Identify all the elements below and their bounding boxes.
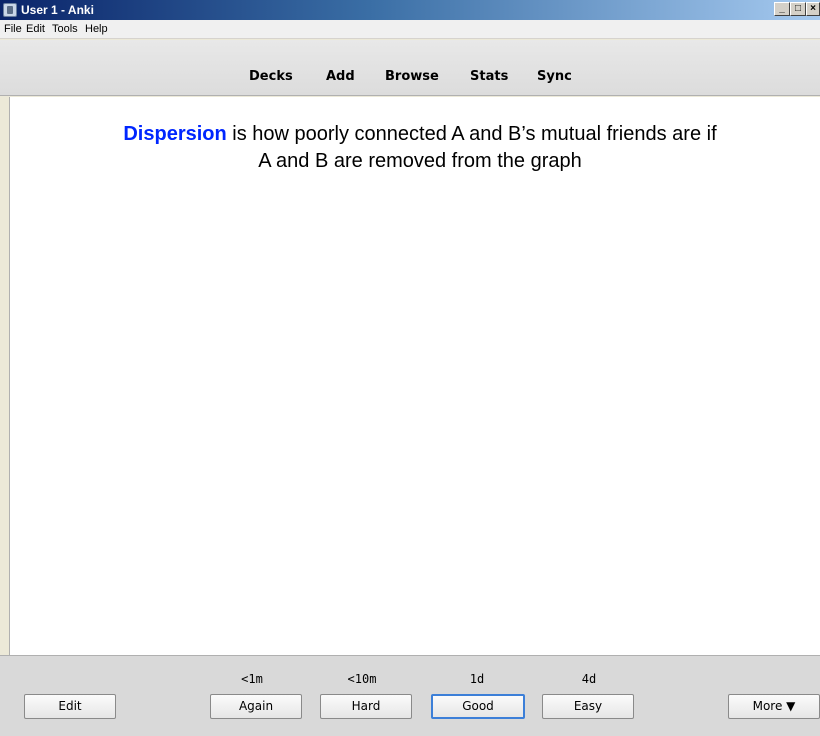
anki-app-icon[interactable] <box>3 3 17 17</box>
window-title: User 1 - Anki <box>21 3 94 17</box>
maximize-button[interactable]: □ <box>790 2 806 16</box>
menu-edit[interactable]: Edit <box>26 23 45 36</box>
title-bar[interactable]: User 1 - Anki _ □ × <box>0 0 820 20</box>
answer-bar: <1m <10m 1d 4d Edit Again Hard Good Easy… <box>0 655 820 736</box>
good-button[interactable]: Good <box>431 694 525 719</box>
menu-file[interactable]: File <box>4 23 22 36</box>
toolbar-decks-link[interactable]: Decks <box>249 69 293 84</box>
close-button[interactable]: × <box>806 2 820 16</box>
main-toolbar: Decks Add Browse Stats Sync <box>0 40 820 96</box>
menu-tools[interactable]: Tools <box>52 23 78 36</box>
again-interval: <1m <box>241 672 263 686</box>
toolbar-add-link[interactable]: Add <box>326 69 355 84</box>
edit-button[interactable]: Edit <box>24 694 116 719</box>
card-text-line2: A and B are removed from the graph <box>258 150 582 172</box>
toolbar-stats-link[interactable]: Stats <box>470 69 508 84</box>
menu-help[interactable]: Help <box>85 23 108 36</box>
toolbar-browse-link[interactable]: Browse <box>385 69 439 84</box>
toolbar-sync-link[interactable]: Sync <box>537 69 572 84</box>
again-button[interactable]: Again <box>210 694 302 719</box>
menu-bar: File Edit Tools Help <box>0 20 820 39</box>
more-button[interactable]: More ▼ <box>728 694 820 719</box>
minimize-button[interactable]: _ <box>774 2 790 16</box>
easy-button[interactable]: Easy <box>542 694 634 719</box>
card-text-line1: is how poorly connected A and B’s mutual… <box>226 123 717 145</box>
card-question: Dispersion is how poorly connected A and… <box>50 121 790 175</box>
anki-window: User 1 - Anki _ □ × File Edit Tools Help… <box>0 0 820 736</box>
easy-interval: 4d <box>581 672 597 686</box>
good-interval: 1d <box>469 672 485 686</box>
card-term: Dispersion <box>123 123 227 145</box>
hard-interval: <10m <box>347 672 377 686</box>
card-view: Dispersion is how poorly connected A and… <box>9 97 820 655</box>
hard-button[interactable]: Hard <box>320 694 412 719</box>
